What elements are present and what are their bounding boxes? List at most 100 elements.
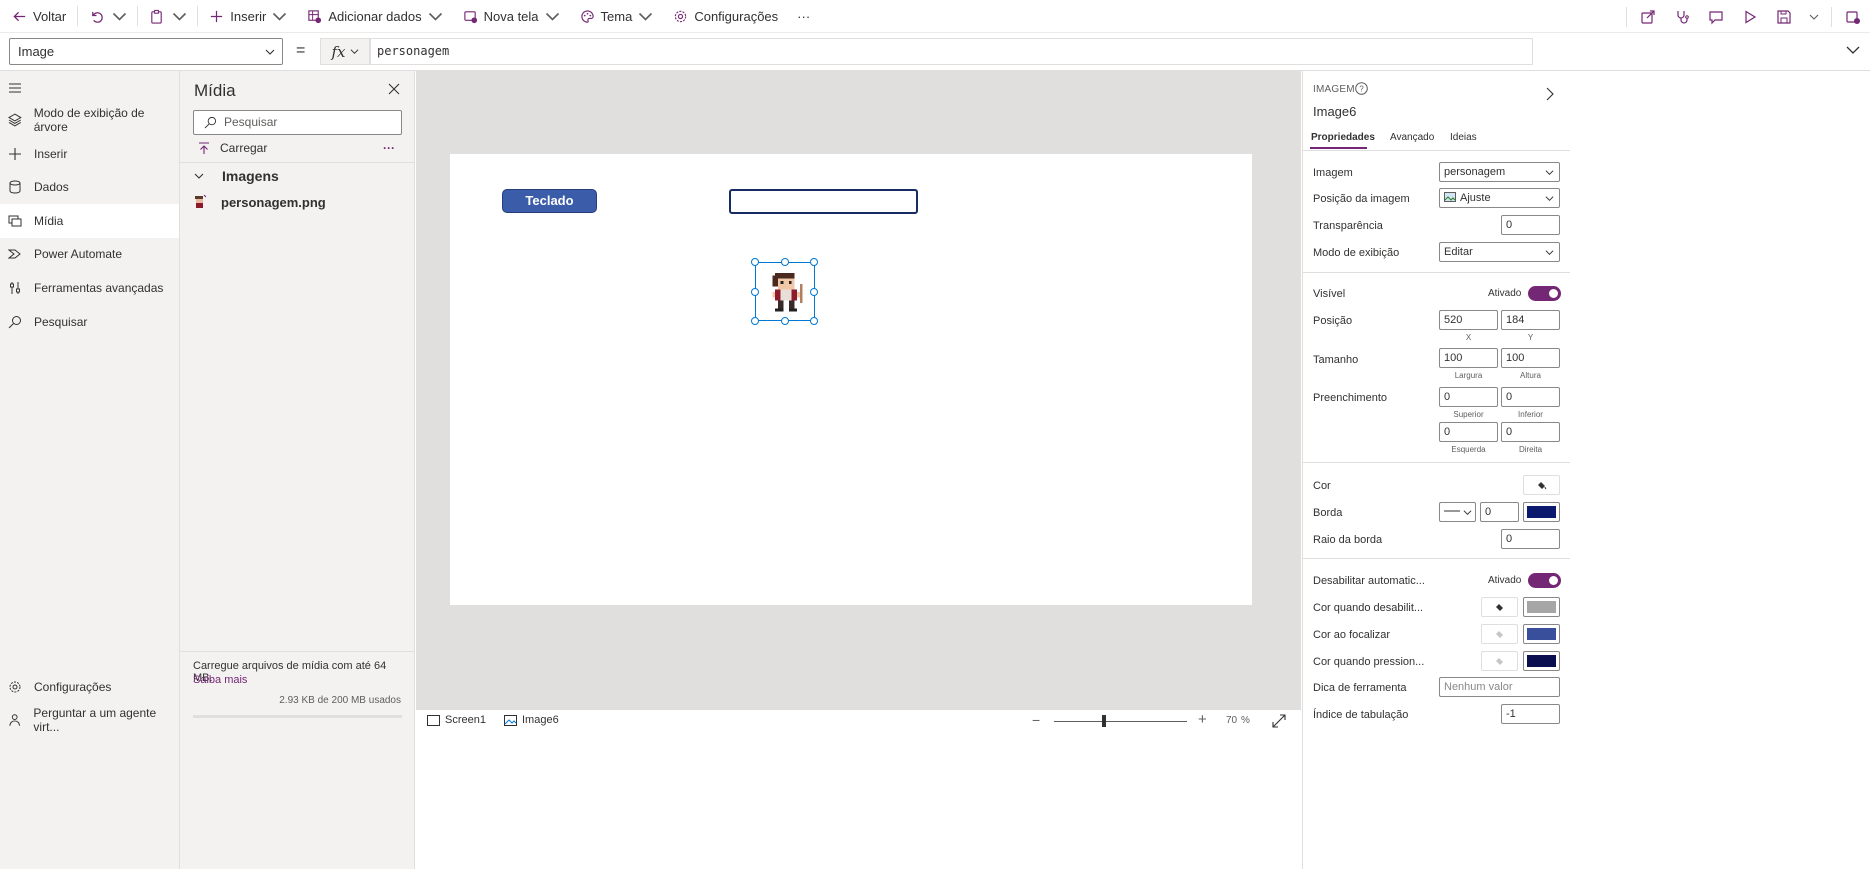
height-input[interactable]: 100 [1501, 348, 1560, 368]
fill-color-picker[interactable] [1523, 475, 1560, 495]
resize-handle[interactable] [751, 317, 759, 325]
screen-tab[interactable]: Screen1 [427, 714, 486, 726]
fx-button[interactable]: fx [320, 38, 370, 65]
tab-properties[interactable]: Propriedades [1311, 132, 1375, 143]
border-thickness-input[interactable]: 0 [1480, 502, 1519, 522]
media-more-button[interactable]: ··· [383, 141, 395, 155]
save-button[interactable] [1767, 0, 1801, 33]
chevron-right-icon[interactable] [1545, 87, 1555, 101]
nav-label: Perguntar a um agente virt... [33, 706, 157, 734]
nav-virtual-agent[interactable]: Perguntar a um agente virt... [0, 703, 179, 737]
text-input-control[interactable] [729, 189, 918, 214]
keyboard-button[interactable]: Teclado [502, 189, 597, 213]
nav-tree-view[interactable]: Modo de exibição de árvore [0, 103, 179, 137]
formula-input[interactable]: personagem [370, 38, 1533, 65]
publish-button[interactable] [1836, 0, 1870, 33]
resize-handle[interactable] [781, 317, 789, 325]
add-data-button[interactable]: Adicionar dados [300, 0, 455, 33]
hover-fill-picker[interactable] [1481, 624, 1518, 644]
resize-handle[interactable] [751, 288, 759, 296]
nav-advanced-tools[interactable]: Ferramentas avançadas [0, 271, 179, 305]
width-input[interactable]: 100 [1439, 348, 1498, 368]
y-caption: Y [1527, 333, 1534, 342]
zoom-slider[interactable] [1054, 721, 1187, 722]
theme-button[interactable]: Tema [573, 0, 667, 33]
zoom-in-button[interactable]: + [1198, 711, 1207, 728]
nav-media[interactable]: Mídia [0, 204, 179, 238]
image-position-dropdown[interactable]: Ajuste [1439, 188, 1560, 208]
pressed-color-picker[interactable] [1523, 651, 1560, 671]
display-mode-dropdown[interactable]: Editar [1439, 242, 1560, 262]
selected-image-control[interactable] [751, 258, 818, 325]
padding-bottom-input[interactable]: 0 [1501, 387, 1560, 407]
padding-top-input[interactable]: 0 [1439, 387, 1498, 407]
zoom-out-button[interactable]: − [1032, 712, 1040, 728]
media-search-input[interactable]: Pesquisar [193, 110, 402, 135]
auto-disable-toggle[interactable] [1528, 573, 1561, 588]
nav-data[interactable]: Dados [0, 170, 179, 204]
chevron-down-icon [194, 173, 204, 179]
more-button[interactable]: ··· [785, 0, 817, 33]
app-checker-button[interactable] [1665, 0, 1699, 33]
control-tab[interactable]: Image6 [504, 714, 559, 726]
tab-ideas[interactable]: Ideias [1450, 132, 1477, 143]
share-button[interactable] [1631, 0, 1665, 33]
tab-index-input[interactable]: -1 [1501, 704, 1560, 724]
resize-handle[interactable] [810, 258, 818, 266]
learn-more-link[interactable]: Saiba mais [193, 674, 247, 686]
insert-button[interactable]: Inserir [202, 0, 300, 33]
pressed-color-label: Cor quando pression... [1313, 656, 1425, 668]
padding-right-input[interactable]: 0 [1501, 422, 1560, 442]
media-file-item[interactable]: personagem.png [192, 194, 326, 210]
back-label: Voltar [33, 8, 67, 24]
settings-button[interactable]: Configurações [666, 0, 785, 33]
chevron-down-icon[interactable] [1846, 45, 1860, 55]
disabled-fill-picker[interactable] [1481, 597, 1518, 617]
border-style-dropdown[interactable] [1439, 502, 1476, 522]
tab-advanced[interactable]: Avançado [1390, 132, 1434, 143]
new-screen-button[interactable]: Nova tela [456, 0, 573, 33]
preview-button[interactable] [1733, 0, 1767, 33]
resize-handle[interactable] [781, 258, 789, 266]
nav-power-automate[interactable]: Power Automate [0, 237, 179, 271]
paste-button[interactable] [142, 0, 166, 33]
hamburger-menu-button[interactable] [0, 71, 179, 105]
close-icon[interactable] [388, 83, 400, 95]
resize-handle[interactable] [751, 258, 759, 266]
visible-state: Ativado [1488, 288, 1522, 299]
hover-color-picker[interactable] [1523, 624, 1560, 644]
control-name[interactable]: Image6 [1313, 104, 1356, 119]
image-dropdown[interactable]: personagem [1439, 162, 1560, 182]
help-icon[interactable]: ? [1355, 82, 1368, 95]
property-dropdown[interactable]: Image [9, 38, 283, 65]
upload-button[interactable]: Carregar [198, 141, 267, 155]
tooltip-input[interactable]: Nenhum valor [1439, 677, 1560, 697]
nav-settings[interactable]: Configurações [0, 670, 179, 704]
tab-index-label: Índice de tabulação [1313, 709, 1409, 721]
nav-insert[interactable]: Inserir [0, 137, 179, 171]
comments-button[interactable] [1699, 0, 1733, 33]
x-input[interactable]: 520 [1439, 310, 1498, 330]
visible-toggle[interactable] [1528, 286, 1561, 301]
fit-to-window-icon[interactable] [1272, 714, 1286, 728]
undo-dropdown[interactable] [106, 0, 133, 33]
disabled-color-picker[interactable] [1523, 597, 1560, 617]
resize-handle[interactable] [810, 288, 818, 296]
nav-search[interactable]: Pesquisar [0, 305, 179, 339]
transparency-input[interactable]: 0 [1501, 215, 1560, 235]
pressed-fill-picker[interactable] [1481, 651, 1518, 671]
back-button[interactable]: Voltar [0, 0, 73, 33]
control-type-label: IMAGEM [1313, 84, 1355, 95]
undo-button[interactable] [82, 0, 106, 33]
resize-handle[interactable] [810, 317, 818, 325]
y-input[interactable]: 184 [1501, 310, 1560, 330]
save-dropdown[interactable] [1801, 0, 1827, 33]
border-color-picker[interactable] [1523, 502, 1560, 522]
palette-icon [580, 9, 594, 23]
paste-dropdown[interactable] [166, 0, 193, 33]
border-radius-input[interactable]: 0 [1501, 529, 1560, 549]
zoom-slider-thumb[interactable] [1102, 715, 1106, 727]
command-bar: Voltar Inserir Adicionar dados Nova tela… [0, 0, 1870, 33]
images-group-header[interactable]: Imagens [194, 168, 279, 184]
padding-left-input[interactable]: 0 [1439, 422, 1498, 442]
